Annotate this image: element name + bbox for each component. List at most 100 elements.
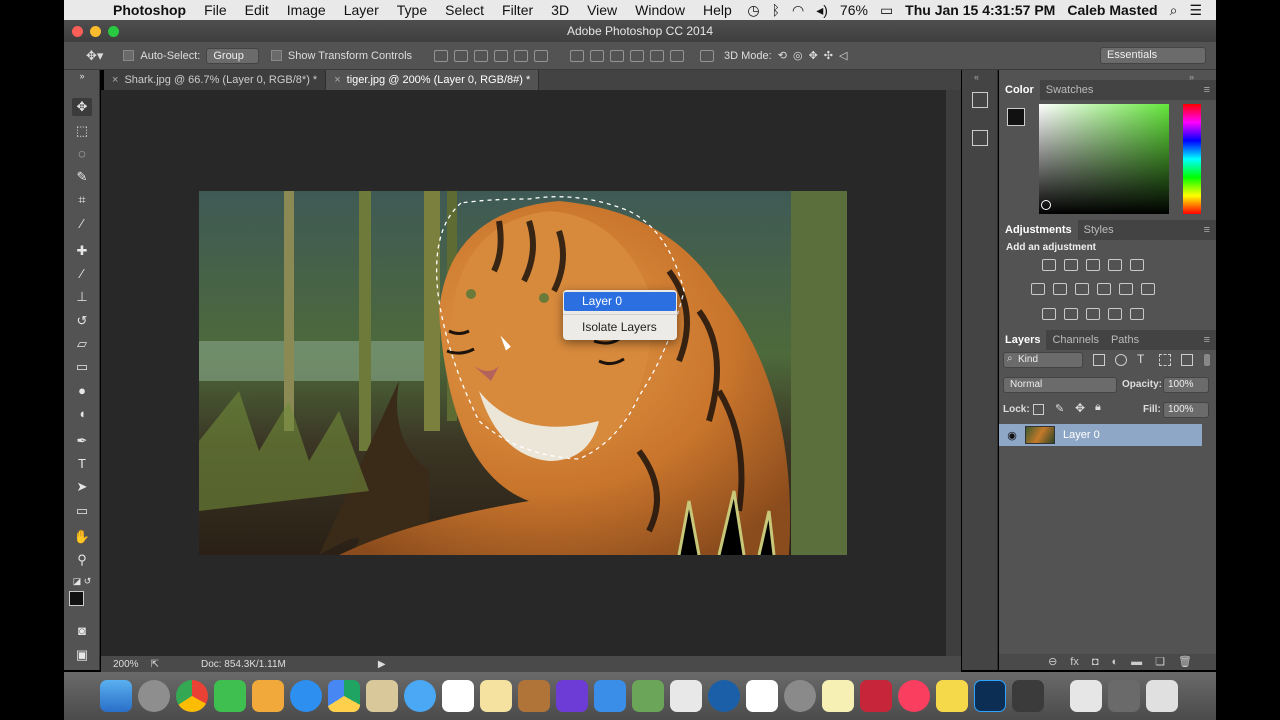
- properties-panel-icon[interactable]: [972, 130, 988, 146]
- auto-align-icon[interactable]: [700, 49, 715, 62]
- layer-visibility-eye-icon[interactable]: ◉: [999, 429, 1025, 442]
- expand-dock-icon[interactable]: «: [974, 72, 979, 82]
- curves-icon[interactable]: [1086, 259, 1100, 271]
- align-top-icon[interactable]: [434, 49, 449, 62]
- facetime-icon[interactable]: [214, 680, 246, 712]
- 3d-slide-icon[interactable]: ✣: [824, 49, 833, 62]
- wifi-icon[interactable]: ◠: [792, 2, 804, 19]
- screen-mode-icon[interactable]: ▣: [72, 646, 92, 664]
- time-machine-icon[interactable]: ◷: [747, 2, 759, 19]
- lock-all-icon[interactable]: 🔒︎: [1095, 401, 1101, 414]
- fill-input[interactable]: 100%: [1163, 402, 1209, 418]
- final-cut-icon[interactable]: [1012, 680, 1044, 712]
- panel-menu-icon[interactable]: ≡: [1204, 330, 1216, 350]
- layer-filter-kind[interactable]: Kind: [1003, 352, 1083, 368]
- itunes-icon[interactable]: [898, 680, 930, 712]
- panel-menu-icon[interactable]: ≡: [1204, 80, 1216, 100]
- auto-select-checkbox[interactable]: [123, 50, 135, 61]
- 3d-pan-icon[interactable]: ✥: [809, 49, 818, 62]
- battery-percent[interactable]: 76%: [840, 2, 868, 18]
- menu-3d[interactable]: 3D: [542, 2, 578, 18]
- notification-center-icon[interactable]: ☰: [1189, 2, 1202, 19]
- distribute-left-icon[interactable]: [630, 49, 645, 62]
- menu-window[interactable]: Window: [626, 2, 694, 18]
- brush-tool-icon[interactable]: ∕: [72, 265, 92, 283]
- notes-icon[interactable]: [822, 680, 854, 712]
- 3d-rotate-icon[interactable]: ⟲: [778, 49, 787, 62]
- lock-position-icon[interactable]: ✥: [1075, 401, 1085, 415]
- history-panel-icon[interactable]: [972, 92, 988, 108]
- menu-select[interactable]: Select: [436, 2, 493, 18]
- pages-icon[interactable]: [480, 680, 512, 712]
- 3d-scale-icon[interactable]: ◁: [839, 49, 847, 62]
- channel-mixer-icon[interactable]: [1119, 283, 1133, 295]
- hue-slider[interactable]: [1183, 104, 1201, 214]
- document-icon[interactable]: [1070, 680, 1102, 712]
- tab-styles[interactable]: Styles: [1078, 220, 1120, 240]
- menu-filter[interactable]: Filter: [493, 2, 542, 18]
- transform-controls-checkbox[interactable]: [270, 50, 282, 61]
- battery-icon[interactable]: ▭: [880, 2, 893, 19]
- user-name[interactable]: Caleb Masted: [1067, 2, 1157, 18]
- chrome-icon[interactable]: [176, 680, 208, 712]
- exposure-icon[interactable]: [1108, 259, 1122, 271]
- distribute-bottom-icon[interactable]: [610, 49, 625, 62]
- layer-style-icon[interactable]: fx: [1070, 654, 1079, 670]
- rectangular-marquee-icon[interactable]: ⬚: [72, 122, 92, 140]
- healing-brush-icon[interactable]: ✚: [72, 242, 92, 260]
- vertical-scrollbar[interactable]: [946, 90, 961, 656]
- tiger-image[interactable]: [199, 191, 847, 555]
- distribute-right-icon[interactable]: [670, 49, 685, 62]
- blend-mode-dropdown[interactable]: Normal: [1003, 377, 1117, 393]
- menu-edit[interactable]: Edit: [236, 2, 278, 18]
- swap-colors-icon[interactable]: ◪ ↺: [72, 572, 92, 590]
- volume-icon[interactable]: ◂): [816, 2, 828, 19]
- workspace-switcher[interactable]: Essentials: [1100, 47, 1206, 64]
- gradient-tool-icon[interactable]: ▭: [72, 358, 92, 376]
- tab-tiger[interactable]: × tiger.jpg @ 200% (Layer 0, RGB/8#) *: [326, 70, 540, 90]
- hand-tool-icon[interactable]: ✋: [72, 528, 92, 546]
- link-layers-icon[interactable]: ⊖: [1048, 654, 1057, 670]
- menu-type[interactable]: Type: [388, 2, 436, 18]
- tab-swatches[interactable]: Swatches: [1040, 80, 1100, 100]
- keynote-icon[interactable]: [594, 680, 626, 712]
- menu-view[interactable]: View: [578, 2, 626, 18]
- filter-smart-object-icon[interactable]: [1181, 354, 1193, 366]
- color-foreground-swatch[interactable]: [1007, 108, 1025, 126]
- app-store-icon[interactable]: [290, 680, 322, 712]
- close-tab-icon[interactable]: ×: [112, 74, 118, 86]
- align-right-icon[interactable]: [534, 49, 549, 62]
- menu-file[interactable]: File: [195, 2, 236, 18]
- color-picker-handle[interactable]: [1041, 200, 1051, 210]
- menu-layer[interactable]: Layer: [335, 2, 388, 18]
- document-size[interactable]: Doc: 854.3K/1.11M: [201, 659, 286, 670]
- lasso-tool-icon[interactable]: ◌: [72, 145, 92, 163]
- rectangle-tool-icon[interactable]: ▭: [72, 502, 92, 520]
- eraser-tool-icon[interactable]: ▱: [72, 335, 92, 353]
- quick-mask-icon[interactable]: ◙: [72, 622, 92, 640]
- close-window-button[interactable]: [72, 26, 83, 37]
- posterize-icon[interactable]: [1064, 308, 1078, 320]
- close-tab-icon[interactable]: ×: [334, 74, 340, 86]
- crop-tool-icon[interactable]: ⌗: [72, 191, 92, 209]
- context-item-layer-0[interactable]: Layer 0: [564, 292, 676, 311]
- clone-stamp-icon[interactable]: ⊥: [72, 288, 92, 306]
- align-bottom-icon[interactable]: [474, 49, 489, 62]
- 3d-roll-icon[interactable]: ◎: [793, 49, 803, 62]
- move-tool-icon[interactable]: ✥: [72, 98, 92, 116]
- delete-layer-icon[interactable]: 🗑︎: [1178, 654, 1192, 670]
- zoom-window-button[interactable]: [108, 26, 119, 37]
- filter-type-icon[interactable]: T: [1137, 352, 1144, 366]
- distribute-top-icon[interactable]: [570, 49, 585, 62]
- gradient-map-icon[interactable]: [1130, 308, 1144, 320]
- tab-shark[interactable]: × Shark.jpg @ 66.7% (Layer 0, RGB/8*) *: [104, 70, 327, 90]
- iphoto-icon[interactable]: [632, 680, 664, 712]
- history-brush-icon[interactable]: ↺: [72, 312, 92, 330]
- clock[interactable]: Thu Jan 15 4:31:57 PM: [905, 2, 1055, 18]
- collapse-tools-icon[interactable]: »: [72, 70, 92, 82]
- distribute-hcenter-icon[interactable]: [650, 49, 665, 62]
- invert-icon[interactable]: [1042, 308, 1056, 320]
- dodge-tool-icon[interactable]: ◖: [72, 405, 92, 423]
- move-tool-preset-icon[interactable]: ✥▾: [86, 48, 103, 64]
- tab-color[interactable]: Color: [999, 80, 1040, 100]
